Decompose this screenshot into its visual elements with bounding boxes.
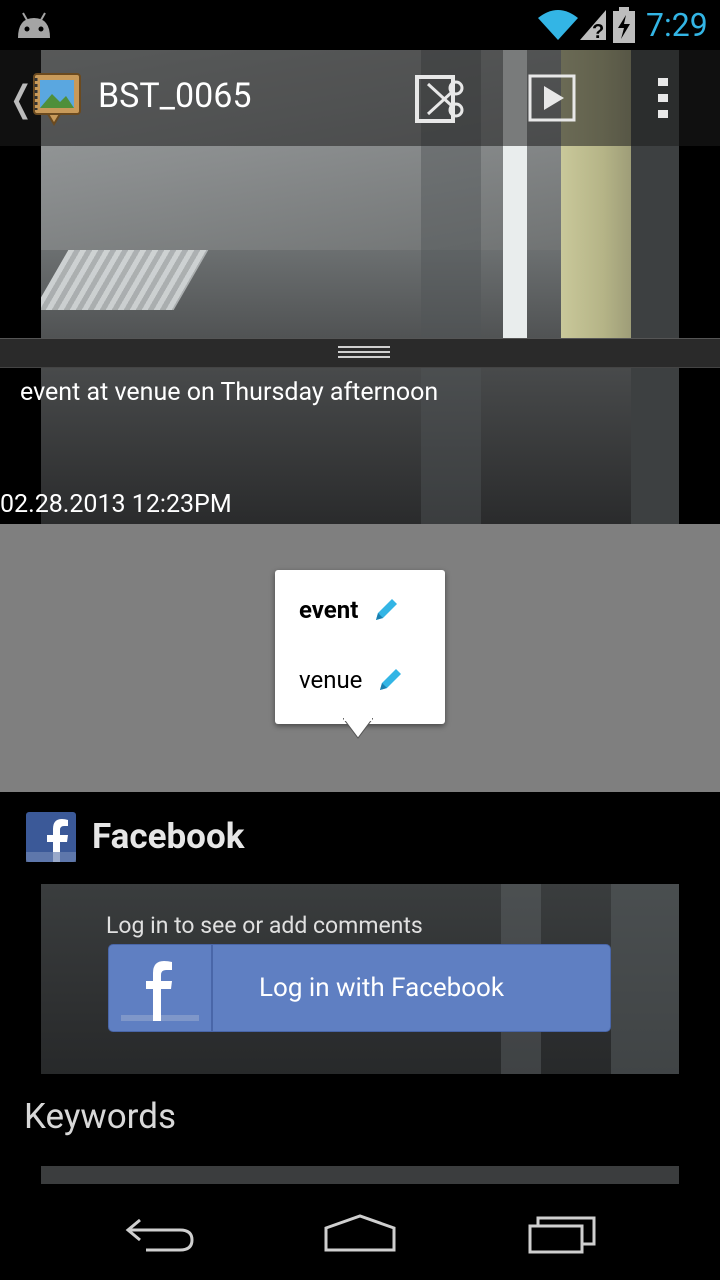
gallery-app-icon[interactable]: [28, 70, 86, 128]
keywords-content: [41, 1166, 679, 1184]
drag-grip-icon[interactable]: [338, 344, 390, 360]
facebook-f-icon: [121, 961, 199, 1021]
facebook-login-icon-cell: [109, 945, 213, 1031]
keywords-heading: Keywords: [24, 1096, 177, 1137]
tag-item[interactable]: event: [299, 596, 400, 624]
facebook-logo-icon: [26, 812, 76, 862]
facebook-login-label: Log in with Facebook: [259, 973, 505, 1003]
photo-datetime: 02.28.2013 12:23PM: [0, 490, 232, 519]
pencil-icon[interactable]: [372, 596, 400, 624]
battery-charging-icon: [613, 7, 635, 43]
svg-text:?: ?: [592, 21, 604, 42]
trim-video-icon[interactable]: [414, 74, 466, 124]
pencil-icon[interactable]: [376, 666, 404, 694]
play-icon[interactable]: [528, 74, 576, 122]
tag-label: event: [299, 596, 359, 624]
tag-popup: event venue: [275, 570, 445, 724]
home-nav-icon[interactable]: [322, 1212, 398, 1254]
page-title: BST_0065: [98, 76, 252, 116]
tag-label: venue: [299, 666, 363, 694]
facebook-heading: Facebook: [92, 816, 245, 857]
android-icon: [18, 12, 50, 38]
wifi-icon: [538, 10, 578, 40]
back-nav-icon[interactable]: [124, 1214, 196, 1254]
signal-unknown-icon: ?: [580, 10, 606, 42]
overflow-menu-icon[interactable]: [656, 74, 670, 122]
facebook-login-hint: Log in to see or add comments: [106, 912, 423, 939]
tag-item[interactable]: venue: [299, 666, 404, 694]
clock: 7:29: [646, 6, 708, 44]
photo-caption: event at venue on Thursday afternoon: [20, 378, 439, 407]
facebook-login-button[interactable]: Log in with Facebook: [108, 944, 611, 1032]
popup-pointer: [343, 718, 373, 739]
recents-nav-icon[interactable]: [526, 1212, 598, 1254]
